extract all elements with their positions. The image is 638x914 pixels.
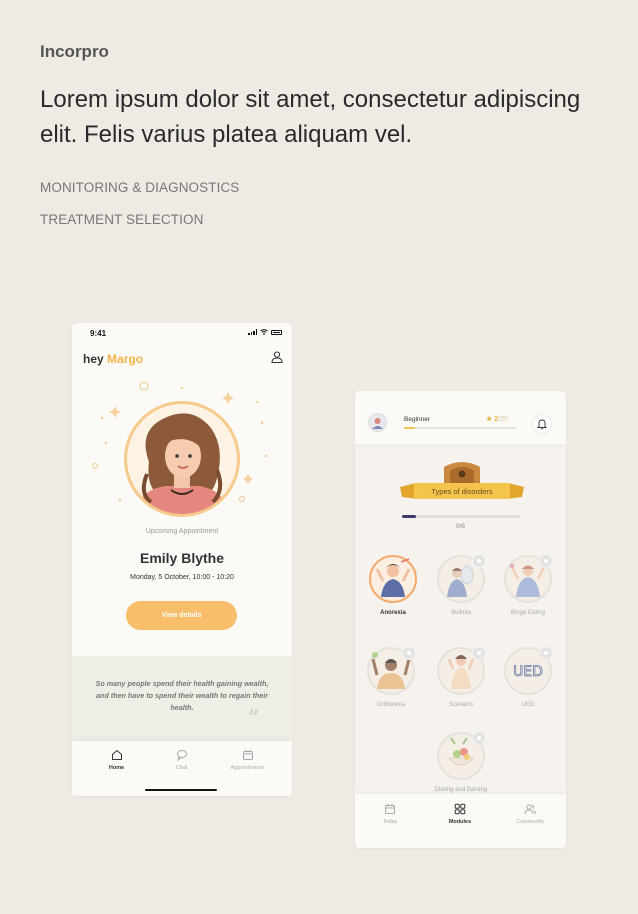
greeting-prefix: hey [83, 352, 104, 366]
quote-text: So many people spend their health gainin… [95, 679, 269, 712]
tab-chat[interactable]: Chat [145, 749, 218, 771]
module-bulimia-label: Bulimia [451, 610, 471, 616]
module-scenario-label: Scenario [449, 702, 473, 708]
grid-icon [454, 803, 466, 815]
ued-mark: UED [513, 664, 543, 680]
modules-progress-count: 0/6 [455, 523, 466, 530]
lock-icon [402, 646, 416, 660]
quote-mark-icon: ” [248, 705, 260, 729]
tab-community[interactable]: Community [495, 803, 565, 825]
tab-today[interactable]: Today [355, 803, 425, 825]
module-orthorexia-badge [367, 646, 416, 695]
category-treatment[interactable]: TREATMENT SELECTION [40, 212, 203, 227]
progress-header: Beginner ★ 2/20 [355, 391, 566, 444]
tab-chat-label: Chat [175, 765, 188, 771]
lock-icon [472, 554, 486, 568]
module-binge-eating-label: Binge Eating [510, 610, 546, 616]
profile-icon[interactable] [271, 351, 283, 363]
module-dieting-banting-label: Dieting and Banting [434, 787, 488, 793]
tab-home-label: Home [108, 765, 125, 771]
brand: Incorpro [40, 42, 109, 61]
avatar-icon [372, 418, 383, 429]
patient-name: Emily Blythe [139, 550, 225, 566]
battery-icon [271, 329, 282, 335]
disorders-banner: Types of disorders [400, 462, 524, 499]
appointment-time: Monday, 5 October, 10:00 - 10:20 [130, 574, 234, 581]
level-progress-bar [404, 427, 516, 429]
module-orthorexia-label: Orthorexia [376, 702, 405, 708]
modules-progress-fill [402, 515, 417, 518]
module-scenario[interactable]: Scenario [431, 646, 491, 708]
modules-progress-bar [402, 515, 520, 518]
lock-icon [539, 554, 553, 568]
tab-home[interactable]: Home [80, 749, 153, 771]
module-scenario-badge [437, 646, 486, 695]
module-anorexia[interactable]: Anorexia [363, 555, 423, 616]
status-bar: 9:41 [72, 323, 292, 343]
phone-home-screen: 9:41 hey Margo Upcoming Appointment Emil… [72, 323, 292, 796]
lock-icon [472, 731, 486, 745]
module-anorexia-label: Anorexia [380, 610, 406, 616]
view-details-button[interactable]: View details [126, 601, 237, 630]
module-ued-badge: UED [504, 646, 553, 695]
module-binge-eating-badge [504, 554, 553, 603]
star-icon: ★ [486, 416, 493, 423]
module-bulimia[interactable]: Bulimia [431, 554, 491, 616]
status-time: 9:41 [90, 329, 107, 338]
level-label: Beginner [404, 416, 431, 423]
woman-illustration [135, 413, 229, 514]
tab-appointments[interactable]: Appointments [211, 749, 284, 771]
module-binge-eating[interactable]: Binge Eating [498, 554, 558, 616]
greeting-name: Margo [107, 352, 144, 366]
calendar-icon [385, 804, 395, 814]
bottom-tab-bar: Home Chat Appointments [72, 741, 292, 796]
community-icon [524, 804, 536, 815]
wifi-icon [260, 329, 268, 335]
headline: Lorem ipsum dolor sit amet, consectetur … [40, 86, 581, 148]
chat-icon [176, 750, 187, 761]
stars-total: /20 [498, 416, 508, 423]
lock-icon [472, 646, 486, 660]
module-anorexia-badge [369, 555, 417, 603]
stars-counter: ★ 2/20 [486, 415, 508, 423]
module-ued[interactable]: UED UED [498, 646, 558, 708]
anorexia-illustration [375, 558, 411, 597]
banner-label: Types of disorders [431, 487, 493, 496]
phone-modules-screen: Beginner ★ 2/20 Types of disorders 0/6 A… [355, 391, 566, 848]
home-icon [111, 750, 122, 760]
greeting: hey Margo [83, 352, 143, 366]
quote-panel: So many people spend their health gainin… [72, 656, 292, 741]
bell-icon [536, 419, 548, 430]
module-dieting-banting-badge [437, 731, 486, 780]
tab-today-label: Today [382, 819, 398, 825]
patient-avatar [124, 401, 240, 517]
module-bulimia-badge [437, 554, 486, 603]
tab-modules-label: Modules [448, 819, 472, 825]
home-indicator [145, 789, 217, 791]
category-monitoring[interactable]: MONITORING & DIAGNOSTICS [40, 180, 239, 195]
lock-icon [539, 646, 553, 660]
signal-icon [248, 329, 257, 335]
module-orthorexia[interactable]: Orthorexia [361, 646, 421, 708]
bottom-tab-bar: Today Modules Community [355, 794, 566, 848]
tab-modules[interactable]: Modules [425, 803, 495, 825]
tab-appointments-label: Appointments [230, 765, 265, 771]
user-avatar[interactable] [368, 413, 387, 432]
tab-community-label: Community [516, 819, 544, 825]
module-ued-label: UED [521, 702, 535, 708]
notifications-button[interactable] [532, 414, 552, 434]
module-dieting-banting[interactable]: Dieting and Banting [431, 731, 491, 793]
level-progress-fill [404, 427, 416, 429]
calendar-icon [242, 750, 253, 760]
upcoming-label: Upcoming Appointment [145, 528, 219, 535]
